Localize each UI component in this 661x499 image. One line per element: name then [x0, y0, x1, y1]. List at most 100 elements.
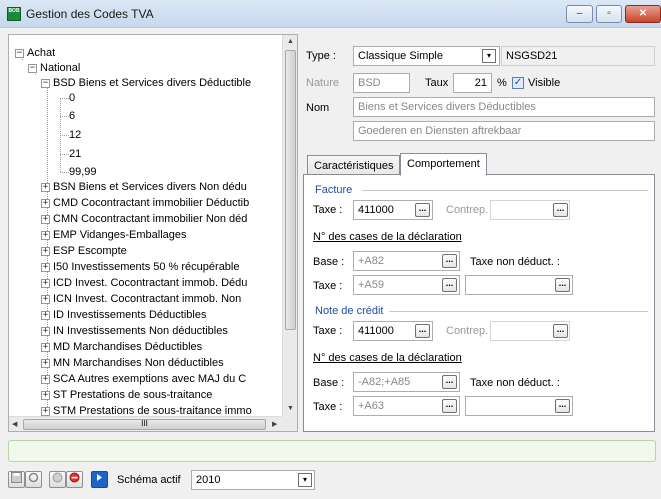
- chevron-down-icon[interactable]: ▾: [298, 473, 312, 487]
- tree-leaf-rate[interactable]: 6: [69, 109, 75, 124]
- maximize-button[interactable]: ▫: [596, 5, 622, 23]
- tree-node-national[interactable]: − National: [28, 61, 80, 76]
- save-icon[interactable]: [8, 471, 25, 488]
- tab-caracteristiques[interactable]: Caractéristiques: [307, 155, 401, 176]
- add-icon[interactable]: [49, 471, 66, 488]
- credit-base-label: Base :: [313, 377, 345, 389]
- nom-label: Nom: [306, 102, 330, 114]
- collapse-icon[interactable]: −: [15, 48, 24, 58]
- nom-nl-field[interactable]: Goederen en Diensten aftrekbaar: [353, 121, 655, 141]
- tree-node[interactable]: + SCA Autres exemptions avec MAJ du C: [41, 372, 246, 387]
- scroll-down-icon[interactable]: ▼: [287, 405, 294, 412]
- taux-label: Taux: [425, 77, 449, 89]
- tree-node[interactable]: + I50 Investissements 50 % récupérable: [41, 260, 240, 275]
- expand-icon[interactable]: +: [41, 246, 50, 256]
- scrollbar-thumb[interactable]: [285, 50, 296, 330]
- facture-contrep-label: Contrep.: [446, 204, 489, 216]
- expand-icon[interactable]: +: [41, 390, 50, 400]
- nature-field[interactable]: BSD: [353, 73, 410, 93]
- facture-taxe2-lookup-button[interactable]: ...: [442, 278, 457, 292]
- bottom-toolbar: Schéma actif 2010 ▾: [0, 466, 661, 499]
- tree-node[interactable]: + MD Marchandises Déductibles: [41, 340, 202, 355]
- collapse-icon[interactable]: −: [41, 78, 50, 88]
- title-bar: BOB Gestion des Codes TVA – ▫ ✕: [0, 0, 661, 28]
- scroll-up-icon[interactable]: ▲: [287, 38, 294, 45]
- tree-leaf-rate[interactable]: 0: [69, 91, 75, 106]
- type-label: Type :: [306, 50, 336, 62]
- delete-icon[interactable]: [66, 471, 83, 488]
- credit-taxe2-label: Taxe :: [313, 401, 343, 413]
- tree-node[interactable]: + ICD Invest. Cocontractant immob. Dédu: [41, 276, 247, 291]
- tree-node-achat[interactable]: − Achat: [15, 46, 55, 61]
- expand-icon[interactable]: +: [41, 358, 50, 368]
- expand-icon[interactable]: +: [41, 278, 50, 288]
- navigate-icon[interactable]: [91, 471, 108, 488]
- expand-icon[interactable]: +: [41, 406, 50, 416]
- facture-cases-title: N° des cases de la déclaration: [313, 231, 462, 243]
- expand-icon[interactable]: +: [41, 262, 50, 272]
- facture-base-label: Base :: [313, 256, 345, 268]
- tree-leaf-rate[interactable]: 99,99: [69, 165, 97, 180]
- expand-icon[interactable]: +: [41, 326, 50, 336]
- tree-node[interactable]: + ICN Invest. Cocontractant immob. Non: [41, 292, 241, 307]
- facture-taxe-label: Taxe :: [313, 204, 343, 216]
- scrollbar-thumb[interactable]: III: [23, 419, 266, 430]
- schema-select[interactable]: 2010: [191, 470, 315, 490]
- app-icon: BOB: [7, 7, 21, 21]
- scroll-corner: [282, 416, 297, 431]
- refresh-icon[interactable]: [25, 471, 42, 488]
- tree-leaf-rate[interactable]: 12: [69, 128, 81, 143]
- expand-icon[interactable]: +: [41, 198, 50, 208]
- tree-node[interactable]: + CMD Cocontractant immobilier Déductib: [41, 196, 249, 211]
- credit-taxe-lookup-button[interactable]: ...: [415, 324, 430, 338]
- visible-label: Visible: [528, 77, 561, 89]
- tab-comportement[interactable]: Comportement: [400, 153, 487, 176]
- expand-icon[interactable]: +: [41, 294, 50, 304]
- credit-taxe-label: Taxe :: [313, 325, 343, 337]
- credit-taxe2-lookup-button[interactable]: ...: [442, 399, 457, 413]
- close-button[interactable]: ✕: [625, 5, 661, 23]
- credit-base-lookup-button[interactable]: ...: [442, 375, 457, 389]
- collapse-icon[interactable]: −: [28, 63, 37, 73]
- tree-horizontal-scrollbar[interactable]: ◀ III ▶: [9, 416, 285, 431]
- minimize-button[interactable]: –: [566, 5, 593, 23]
- nom-fr-field[interactable]: Biens et Services divers Déductibles: [353, 97, 655, 117]
- visible-checkbox[interactable]: ✓: [512, 77, 524, 89]
- status-bar: [8, 440, 656, 462]
- scroll-right-icon[interactable]: ▶: [272, 420, 277, 428]
- facture-taxe2-label: Taxe :: [313, 280, 343, 292]
- facture-taxe-non-lookup-button[interactable]: ...: [555, 278, 570, 292]
- tree-node[interactable]: + ID Investissements Déductibles: [41, 308, 206, 323]
- credit-contrep-lookup-button[interactable]: ...: [553, 324, 568, 338]
- section-divider: [362, 190, 648, 191]
- scrollbar-grip: III: [141, 419, 148, 428]
- tree-vertical-scrollbar[interactable]: ▲ ▼: [282, 35, 297, 417]
- tree-viewport: − Achat − National − BSD Biens et Services …: [9, 35, 285, 417]
- facture-taxe-lookup-button[interactable]: ...: [415, 203, 430, 217]
- taux-field[interactable]: 21: [453, 73, 492, 93]
- tree-node[interactable]: + ESP Escompte: [41, 244, 127, 259]
- expand-icon[interactable]: +: [41, 182, 50, 192]
- expand-icon[interactable]: +: [41, 374, 50, 384]
- chevron-down-icon[interactable]: ▾: [482, 49, 496, 63]
- expand-icon[interactable]: +: [41, 310, 50, 320]
- tree-node-bsd[interactable]: − BSD Biens et Services divers Déductible: [41, 76, 251, 91]
- tree-node[interactable]: + ST Prestations de sous-traitance: [41, 388, 212, 403]
- nature-label: Nature: [306, 77, 340, 89]
- tree-node[interactable]: + MN Marchandises Non déductibles: [41, 356, 224, 371]
- type-select[interactable]: Classique Simple: [353, 46, 500, 66]
- expand-icon[interactable]: +: [41, 230, 50, 240]
- vat-code-tree[interactable]: − Achat − National − BSD Biens et Services …: [8, 34, 298, 432]
- credit-taxe-non-lookup-button[interactable]: ...: [555, 399, 570, 413]
- tree-node[interactable]: + CMN Cocontractant immobilier Non déd: [41, 212, 247, 227]
- expand-icon[interactable]: +: [41, 214, 50, 224]
- tree-node[interactable]: + EMP Vidanges-Emballages: [41, 228, 187, 243]
- tree-node[interactable]: + BSN Biens et Services divers Non dédu: [41, 180, 247, 195]
- expand-icon[interactable]: +: [41, 342, 50, 352]
- scroll-left-icon[interactable]: ◀: [12, 420, 17, 428]
- credit-cases-title: N° des cases de la déclaration: [313, 352, 462, 364]
- facture-base-lookup-button[interactable]: ...: [442, 254, 457, 268]
- tree-leaf-rate-selected[interactable]: 21: [69, 147, 81, 162]
- tree-node[interactable]: + IN Investissements Non déductibles: [41, 324, 228, 339]
- facture-contrep-lookup-button[interactable]: ...: [553, 203, 568, 217]
